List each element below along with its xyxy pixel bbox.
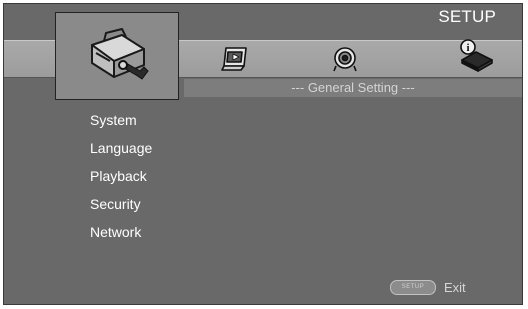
menu-item-network[interactable]: Network	[90, 223, 152, 251]
settings-menu: System Language Playback Security Networ…	[90, 111, 152, 251]
exit-label: Exit	[444, 279, 466, 295]
toolbox-icon	[91, 28, 149, 80]
tab-display-setting[interactable]	[219, 44, 249, 74]
tab-information[interactable]: i	[456, 38, 496, 74]
setup-key-badge: SETUP	[390, 279, 436, 295]
menu-item-language[interactable]: Language	[90, 139, 152, 167]
tab-audio-setting[interactable]	[330, 44, 360, 74]
information-icon: i	[460, 39, 493, 72]
display-icon	[221, 47, 247, 71]
exit-button[interactable]: SETUP Exit	[390, 279, 466, 295]
menu-item-system[interactable]: System	[90, 111, 152, 139]
menu-item-security[interactable]: Security	[90, 195, 152, 223]
svg-text:i: i	[466, 42, 469, 54]
screen-title: SETUP	[438, 7, 496, 26]
category-label: --- General Setting ---	[291, 80, 415, 95]
category-header: --- General Setting ---	[184, 79, 522, 97]
setup-screen: SETUP --- General Setting --- i System L…	[3, 3, 523, 305]
menu-item-playback[interactable]: Playback	[90, 167, 152, 195]
tab-general-setting[interactable]	[55, 12, 179, 100]
audio-icon	[333, 47, 357, 72]
